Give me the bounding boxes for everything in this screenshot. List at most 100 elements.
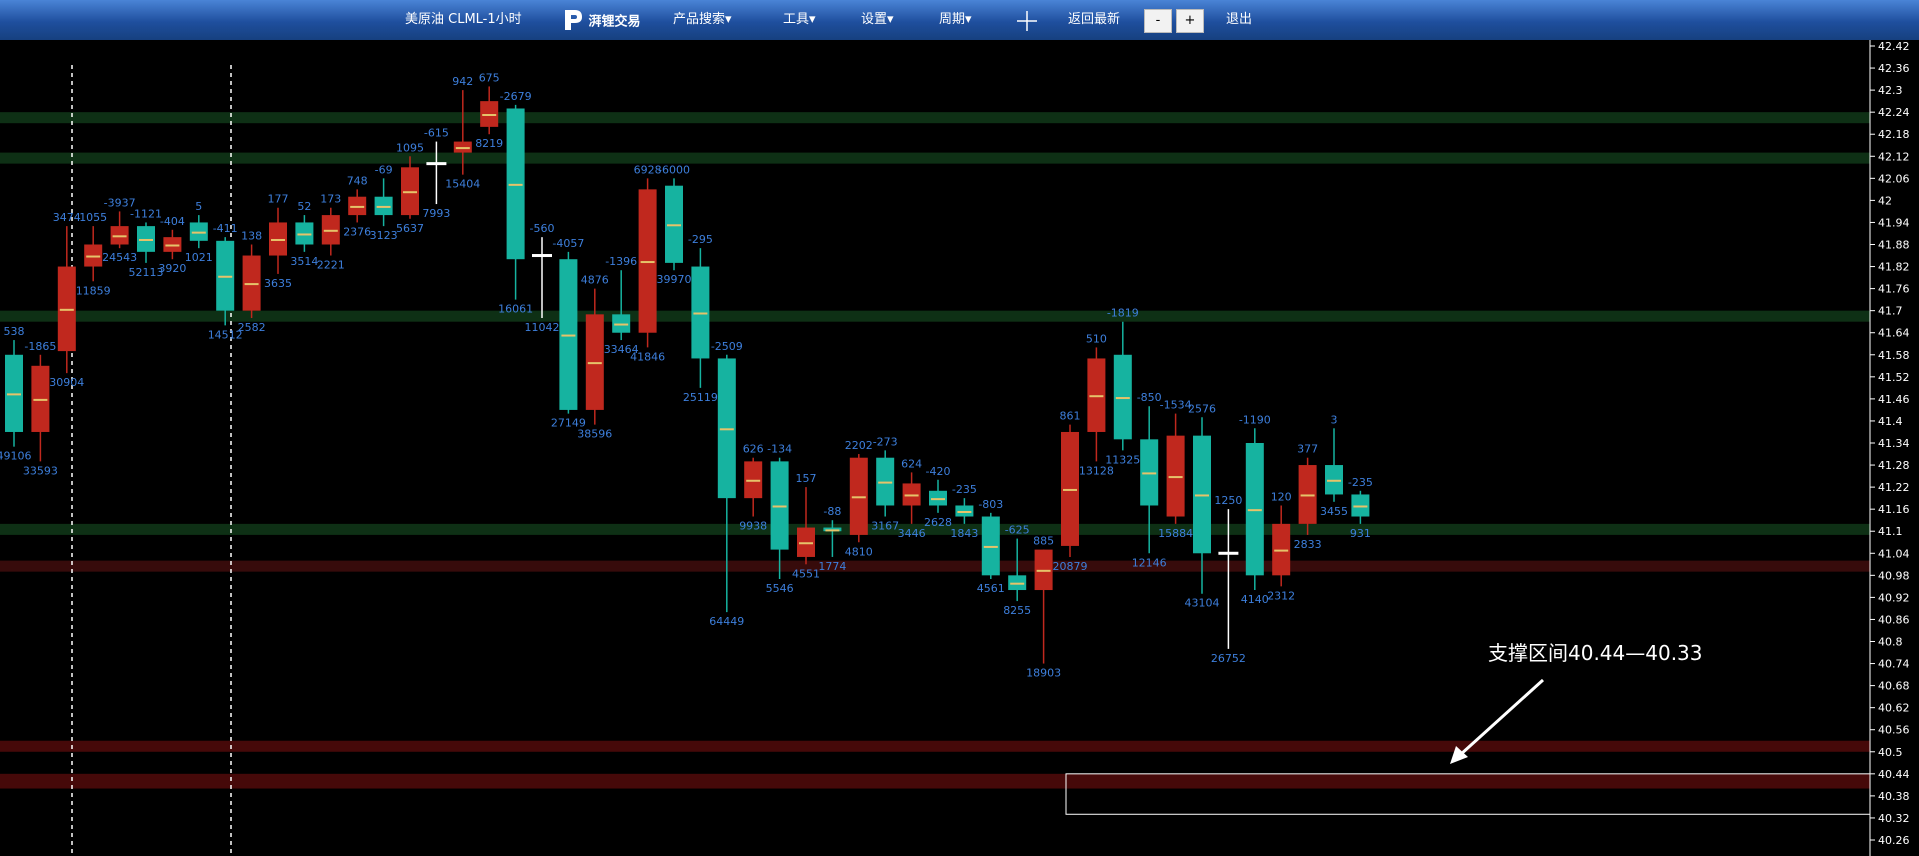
page-title: 美原油 CLML-1小时: [405, 12, 522, 27]
label-top-0: 538: [4, 325, 25, 338]
zone-resistance-3: [0, 152, 1870, 164]
top-toolbar: 美原油 CLML-1小时 湃锂交易 产品搜索▾ 工具▾ 设置▾ 周期▾ 返回最新…: [0, 0, 1919, 40]
support-range-annotation: 支撑区间40.44—40.33: [1488, 641, 1703, 665]
candle-body-17: [453, 141, 472, 153]
label-top-18: 675: [479, 71, 500, 84]
price-tick-label-16: 41.46: [1878, 393, 1910, 406]
candle-marker-51: [1353, 505, 1368, 508]
label-top-37: -803: [978, 498, 1003, 511]
candle-marker-22: [587, 362, 602, 365]
label-bottom-47: 4140: [1241, 593, 1269, 606]
label-top-1: -1865: [24, 340, 56, 353]
candle-marker-15: [403, 191, 417, 194]
candle-marker-35: [931, 498, 945, 501]
candle-51: [1351, 490, 1370, 524]
label-bottom-24: 41846: [630, 350, 665, 363]
candle-25: [665, 178, 683, 271]
label-bottom-48: 2312: [1267, 589, 1295, 602]
label-bottom-50: 3455: [1320, 505, 1348, 518]
brand-logo: 湃锂交易: [562, 8, 641, 32]
label-top-39: 885: [1033, 535, 1054, 548]
zoom-out-button[interactable]: -: [1144, 9, 1172, 33]
menu-product-search[interactable]: 产品搜索▾: [673, 0, 732, 40]
back-to-latest-button[interactable]: 返回最新: [1068, 0, 1120, 40]
candle-body-48: [1272, 523, 1291, 576]
menu-settings[interactable]: 设置▾: [861, 0, 894, 40]
menu-period[interactable]: 周期▾: [939, 0, 972, 40]
label-bottom-14: 3123: [370, 229, 398, 242]
label-bottom-17: 15404: [445, 178, 480, 191]
label-bottom-20: 11042: [525, 321, 560, 334]
candle-33: [876, 450, 895, 517]
price-tick-label-31: 40.56: [1878, 724, 1910, 737]
label-top-51: -235: [1348, 476, 1373, 489]
label-bottom-29: 5546: [766, 582, 794, 595]
candle-marker-17: [455, 147, 470, 150]
label-top-25: -6000: [658, 163, 690, 176]
candle-47: [1245, 428, 1264, 591]
candle-marker-10: [271, 238, 285, 241]
price-tick-label-20: 41.22: [1878, 481, 1910, 494]
candle-3: [84, 226, 103, 282]
label-bottom-51: 931: [1350, 527, 1371, 540]
label-bottom-11: 3514: [290, 255, 318, 268]
label-top-12: 173: [320, 193, 341, 206]
price-axis: 42.42 42.36 42.3 42.24 42.18 42.12 42.06 42 41.9…: [1869, 40, 1910, 856]
candle-marker-48: [1274, 549, 1289, 552]
candle-body-32: [849, 457, 868, 535]
label-top-2: 3474: [53, 211, 81, 224]
candle-32: [849, 454, 868, 543]
candle-marker-0: [7, 393, 21, 396]
candle-marker-28: [746, 479, 761, 482]
label-top-28: 626: [743, 443, 764, 456]
label-top-50: 3: [1331, 413, 1338, 426]
label-top-16: -615: [424, 127, 449, 140]
candle-37: [981, 512, 1000, 580]
label-bottom-10: 3635: [264, 277, 292, 290]
candle-marker-36: [957, 511, 972, 514]
label-top-26: -295: [688, 233, 713, 246]
crosshair-icon[interactable]: [1016, 10, 1038, 32]
price-tick-label-34: 40.38: [1878, 790, 1910, 803]
candle-marker-3: [86, 255, 101, 258]
candle-marker-8: [218, 275, 233, 278]
label-top-19: -2679: [500, 90, 532, 103]
label-bottom-6: 3920: [158, 262, 186, 275]
candle-23: [612, 270, 631, 341]
exit-button[interactable]: 退出: [1226, 0, 1252, 40]
label-top-8: -411: [213, 222, 238, 235]
price-tick-label-33: 40.44: [1878, 768, 1910, 781]
label-top-14: -69: [375, 163, 393, 176]
zone-resistance-2: [0, 112, 1870, 124]
candle-10: [269, 207, 287, 274]
menu-tools[interactable]: 工具▾: [783, 0, 816, 40]
candle-41: [1087, 347, 1106, 462]
price-tick-label-14: 41.58: [1878, 349, 1910, 362]
label-bottom-27: 64449: [709, 615, 744, 628]
price-tick-label-27: 40.8: [1878, 636, 1903, 649]
label-bottom-30: 4551: [792, 567, 820, 580]
candle-marker-26: [693, 312, 708, 315]
label-top-33: -273: [873, 435, 898, 448]
candle-28: [744, 457, 763, 517]
candle-marker-45: [1195, 494, 1209, 497]
candle-marker-21: [561, 334, 576, 337]
candle-9: [242, 244, 261, 319]
zoom-in-button[interactable]: +: [1176, 9, 1204, 33]
candle-35: [929, 479, 947, 513]
zone-support-0: [0, 740, 1870, 752]
candle-marker-49: [1300, 494, 1315, 497]
label-bottom-49: 2833: [1294, 538, 1322, 551]
price-tick-label-6: 42.06: [1878, 172, 1910, 185]
label-bottom-4: 24543: [102, 251, 137, 264]
candle-marker-40: [1063, 488, 1077, 491]
label-top-3: 1055: [79, 211, 107, 224]
label-top-7: 5: [195, 200, 202, 213]
candle-marker-37: [983, 545, 998, 548]
candle-body-42: [1113, 354, 1132, 440]
candlestick-chart[interactable]: 53849106-186533593347430904105511859-393…: [0, 40, 1919, 856]
label-bottom-35: 2628: [924, 516, 952, 529]
label-bottom-22: 38596: [577, 428, 612, 441]
label-bottom-39: 18903: [1026, 667, 1061, 680]
candle-21: [559, 251, 578, 414]
